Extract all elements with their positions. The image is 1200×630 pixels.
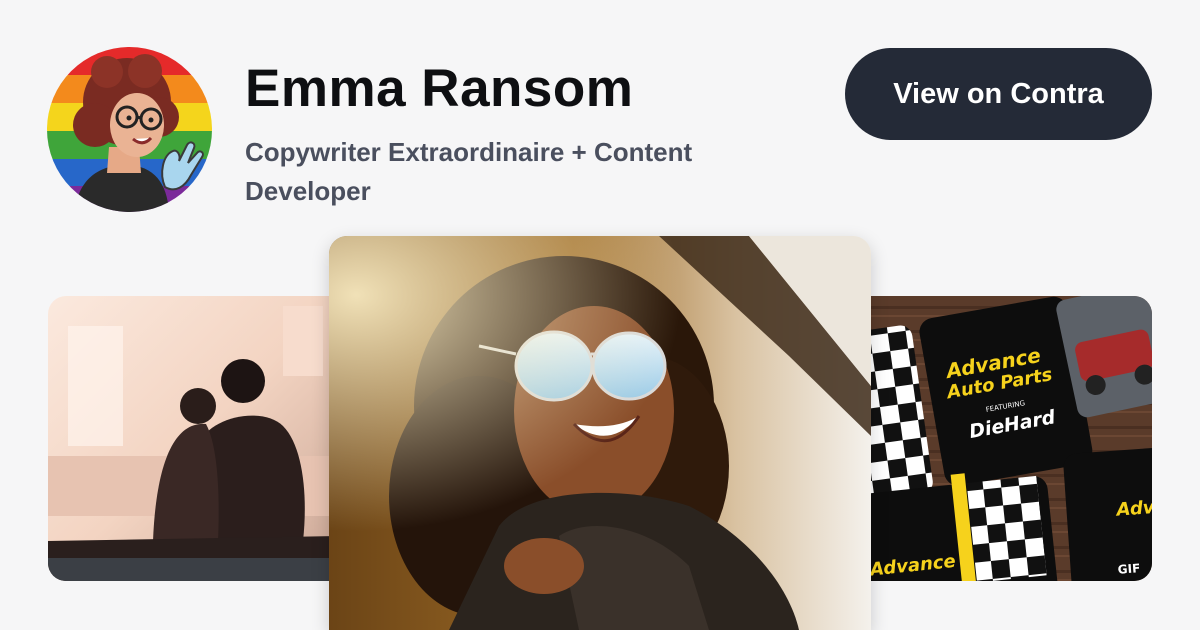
- portfolio-image-sunglasses[interactable]: [329, 236, 871, 630]
- avatar-illustration: [47, 47, 212, 212]
- corner-text: GIF: [1117, 561, 1140, 577]
- couple-photo: [48, 296, 338, 581]
- profile-avatar: [47, 47, 212, 212]
- view-on-contra-button[interactable]: View on Contra: [845, 48, 1152, 140]
- portfolio-image-couple[interactable]: [48, 296, 338, 581]
- portfolio-image-advance-auto[interactable]: Advance Auto Parts FEATURING DieHard Adv…: [862, 296, 1152, 581]
- sunglasses-photo: [329, 236, 871, 630]
- advance-auto-photo: Advance Auto Parts FEATURING DieHard Adv…: [862, 296, 1152, 581]
- brand-fragment: Adv: [1114, 497, 1152, 521]
- profile-tagline: Copywriter Extraordinaire + Content Deve…: [245, 137, 693, 206]
- profile-card: Emma Ransom Copywriter Extraordinaire + …: [0, 0, 1200, 630]
- profile-name: Emma Ransom: [245, 59, 634, 118]
